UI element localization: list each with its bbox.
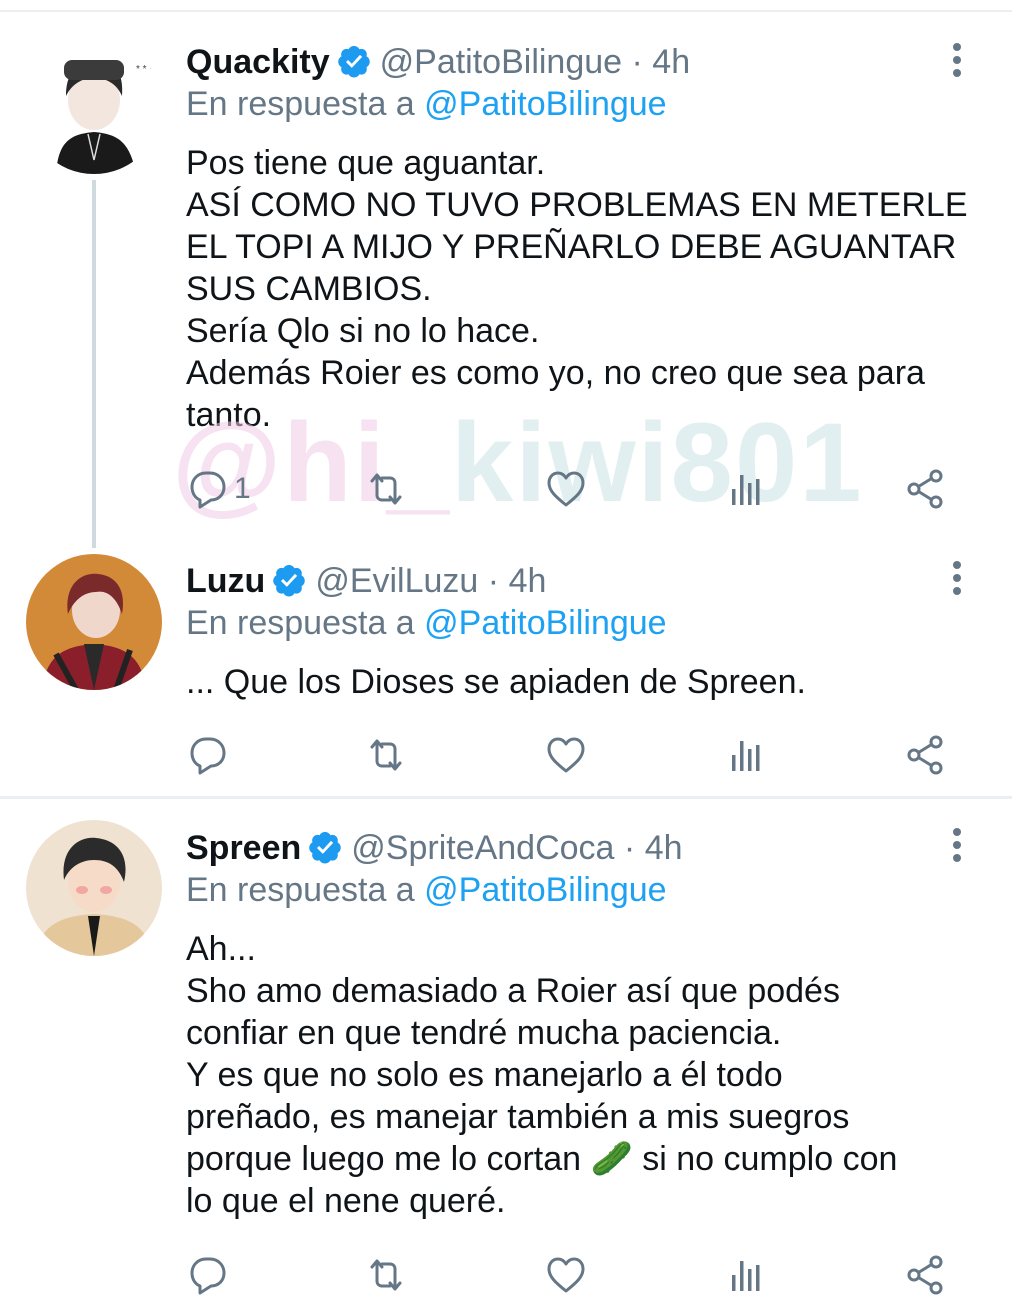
user-handle[interactable]: @PatitoBilingue xyxy=(380,43,622,81)
reply-mention-link[interactable]: @PatitoBilingue xyxy=(424,604,666,642)
reply-icon xyxy=(186,1253,230,1297)
share-button[interactable] xyxy=(904,466,948,512)
reply-button[interactable] xyxy=(186,732,234,778)
share-icon xyxy=(904,1253,948,1297)
stats-icon xyxy=(724,467,768,511)
share-button[interactable] xyxy=(904,1252,948,1298)
replying-to: En respuesta a @PatitoBilingue xyxy=(186,603,667,643)
display-name[interactable]: Luzu xyxy=(186,562,265,600)
text-line: Sho amo demasiado a Roier así que podés xyxy=(186,972,840,1010)
analytics-button[interactable] xyxy=(724,1252,768,1298)
dot-separator: · xyxy=(631,43,643,81)
text-line: porque luego me lo cortan 🥒 si no cumplo… xyxy=(186,1140,898,1178)
text-line: Sería Qlo si no lo hace. xyxy=(186,312,540,350)
replying-label: En respuesta a xyxy=(186,85,415,123)
tweet-text: Ah... Sho amo demasiado a Roier así que … xyxy=(186,928,986,1222)
text-line: confiar en que tendré mucha paciencia. xyxy=(186,1014,782,1052)
tweet-divider xyxy=(0,796,1012,799)
reply-count: 1 xyxy=(234,472,251,505)
heart-icon xyxy=(544,467,588,511)
avatar[interactable] xyxy=(26,554,162,690)
display-name[interactable]: Quackity xyxy=(186,43,330,81)
tweet-text: ... Que los Dioses se apiaden de Spreen. xyxy=(186,661,986,703)
text-line: Ah... xyxy=(186,930,256,968)
text-line: preñado, es manejar también a mis suegro… xyxy=(186,1098,850,1136)
thread-connector xyxy=(92,180,96,548)
like-button[interactable] xyxy=(544,732,588,778)
stats-icon xyxy=(724,1253,768,1297)
dot-separator: · xyxy=(623,829,636,867)
reply-icon xyxy=(186,467,230,511)
reply-icon xyxy=(186,733,230,777)
user-handle[interactable]: @SpriteAndCoca xyxy=(351,829,614,867)
analytics-button[interactable] xyxy=(724,732,768,778)
stats-icon xyxy=(724,733,768,777)
action-bar xyxy=(186,732,966,778)
reply-mention-link[interactable]: @PatitoBilingue xyxy=(424,85,666,123)
action-bar: 1 xyxy=(186,466,966,512)
tweet-header: Quackity @PatitoBilingue · 4h xyxy=(186,42,690,82)
tweet-header: Luzu @EvilLuzu · 4h xyxy=(186,561,546,601)
text-line: ... Que los Dioses se apiaden de Spreen. xyxy=(186,663,806,701)
text-line: Pos tiene que aguantar. xyxy=(186,144,546,182)
timestamp[interactable]: 4h xyxy=(652,43,690,81)
verified-badge-icon xyxy=(271,562,307,598)
more-options-icon[interactable] xyxy=(943,40,971,80)
svg-text:* * *: * * * xyxy=(136,64,153,75)
timestamp[interactable]: 4h xyxy=(645,829,683,867)
tweet-text: Pos tiene que aguantar. ASÍ COMO NO TUVO… xyxy=(186,142,986,436)
replying-label: En respuesta a xyxy=(186,871,415,909)
heart-icon xyxy=(544,733,588,777)
retweet-icon xyxy=(364,467,408,511)
share-icon xyxy=(904,733,948,777)
text-line: Y es que no solo es manejarlo a él todo xyxy=(186,1056,783,1094)
heart-icon xyxy=(544,1253,588,1297)
text-line: EL TOPI A MIJO Y PREÑARLO DEBE AGUANTAR xyxy=(186,228,957,266)
user-handle[interactable]: @EvilLuzu xyxy=(315,562,478,600)
analytics-button[interactable] xyxy=(724,466,768,512)
retweet-button[interactable] xyxy=(364,1252,408,1298)
top-divider xyxy=(0,10,1012,12)
replying-label: En respuesta a xyxy=(186,604,415,642)
action-bar xyxy=(186,1252,966,1298)
more-options-icon[interactable] xyxy=(943,825,971,865)
like-button[interactable] xyxy=(544,466,588,512)
retweet-button[interactable] xyxy=(364,466,408,512)
retweet-icon xyxy=(364,1253,408,1297)
text-line: ASÍ COMO NO TUVO PROBLEMAS EN METERLE xyxy=(186,186,968,224)
text-line: SUS CAMBIOS. xyxy=(186,270,432,308)
dot-separator: · xyxy=(487,562,500,600)
reply-mention-link[interactable]: @PatitoBilingue xyxy=(424,871,666,909)
reply-button[interactable] xyxy=(186,1252,234,1298)
timestamp[interactable]: 4h xyxy=(509,562,547,600)
display-name[interactable]: Spreen xyxy=(186,829,301,867)
retweet-icon xyxy=(364,733,408,777)
verified-badge-icon xyxy=(336,43,372,79)
avatar[interactable] xyxy=(26,820,162,956)
reply-button[interactable]: 1 xyxy=(186,466,251,512)
retweet-button[interactable] xyxy=(364,732,408,778)
share-button[interactable] xyxy=(904,732,948,778)
replying-to: En respuesta a @PatitoBilingue xyxy=(186,870,667,910)
replying-to: En respuesta a @PatitoBilingue xyxy=(186,84,667,124)
share-icon xyxy=(904,467,948,511)
text-line: Además Roier es como yo, no creo que sea… xyxy=(186,354,925,392)
more-options-icon[interactable] xyxy=(943,558,971,598)
tweet-header: Spreen @SpriteAndCoca · 4h xyxy=(186,828,683,868)
text-line: lo que el nene queré. xyxy=(186,1182,506,1220)
avatar[interactable]: * * * xyxy=(26,38,162,174)
verified-badge-icon xyxy=(307,829,343,865)
text-line: tanto. xyxy=(186,396,272,434)
like-button[interactable] xyxy=(544,1252,588,1298)
